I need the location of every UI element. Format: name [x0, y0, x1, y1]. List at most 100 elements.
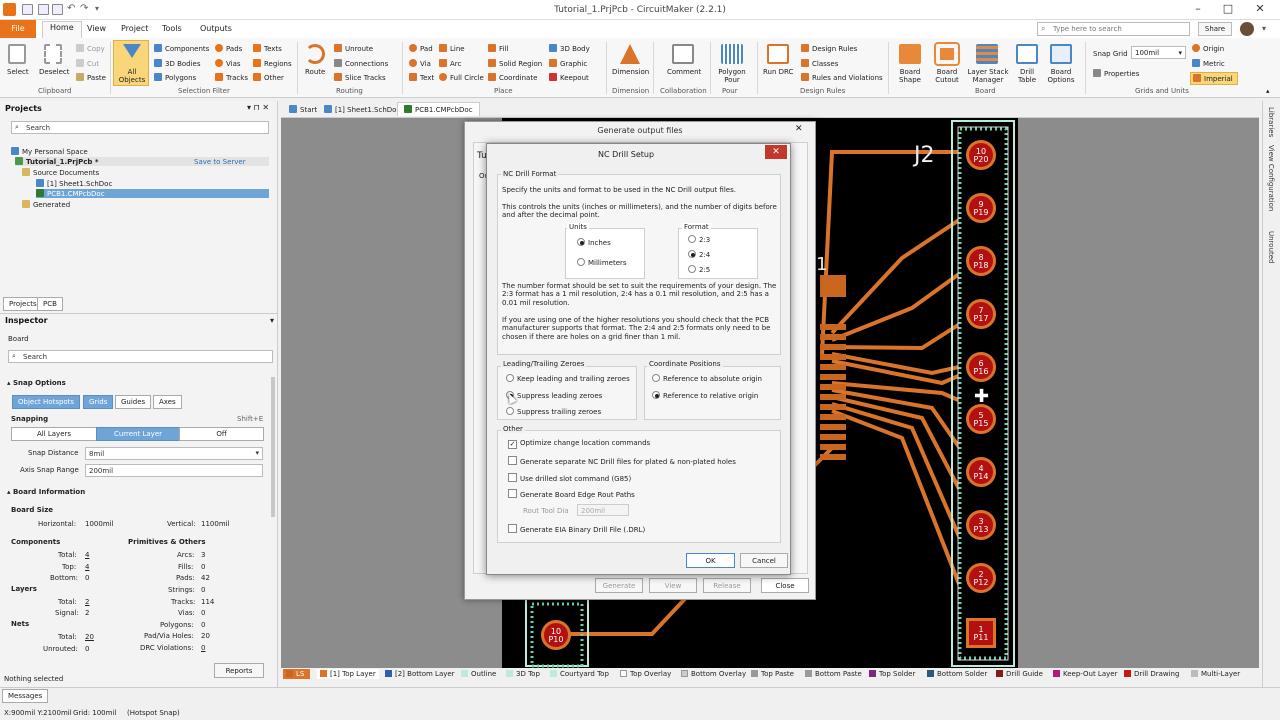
copy-button[interactable]: Copy — [76, 44, 105, 53]
pcb-pad[interactable]: 10 P20 — [966, 140, 996, 170]
rules-violations-button[interactable]: Rules and Violations — [801, 73, 883, 82]
maximize-icon[interactable]: □ — [1213, 2, 1243, 15]
minimize-icon[interactable]: – — [1183, 2, 1213, 15]
avatar[interactable] — [1240, 22, 1254, 36]
layer-tab-top[interactable]: [1] Top Layer — [317, 669, 379, 679]
eia-binary-checkbox[interactable]: Generate EIA Binary Drill File (.DRL) — [508, 524, 645, 534]
filter-tracks[interactable]: Tracks — [215, 73, 248, 82]
unrouted-panel-tab[interactable]: Unrouted — [1267, 231, 1275, 264]
layer-tab-top-solder[interactable]: Top Solder — [869, 670, 915, 678]
place-pad-button[interactable]: Pad — [409, 44, 433, 53]
filter-regions[interactable]: Regions — [253, 59, 292, 68]
panel-tab-pcb[interactable]: PCB — [37, 297, 63, 311]
pcb-pad-square[interactable]: 1 P11 — [966, 618, 996, 648]
tree-sheet[interactable]: [1] Sheet1.SchDoc — [36, 179, 112, 188]
layer-tab-top-paste[interactable]: Top Paste — [751, 670, 794, 678]
grids-toggle[interactable]: Grids — [83, 395, 114, 409]
dimension-icon[interactable] — [620, 44, 640, 64]
absolute-origin-radio[interactable]: Reference to absolute origin — [652, 374, 762, 383]
origin-button[interactable]: Origin — [1192, 44, 1224, 53]
suppress-trailing-radio[interactable]: Suppress trailing zeroes — [506, 407, 601, 416]
slice-tracks-button[interactable]: Slice Tracks — [334, 73, 386, 82]
layer-tab-top-overlay[interactable]: Top Overlay — [620, 670, 671, 678]
run-drc-button[interactable]: Run DRC — [763, 68, 793, 76]
share-button[interactable]: Share — [1198, 22, 1232, 36]
generate-button[interactable]: Generate — [595, 578, 643, 593]
polygon-pour-button[interactable]: Polygon Pour — [716, 68, 748, 84]
run-drc-icon[interactable] — [767, 44, 789, 64]
place-keepout-button[interactable]: Keepout — [549, 73, 589, 82]
cancel-button[interactable]: Cancel — [740, 553, 788, 568]
route-icon[interactable] — [305, 44, 325, 64]
deselect-icon[interactable] — [44, 44, 62, 64]
pcb-pad[interactable]: 4 P14 — [966, 457, 996, 487]
save-to-server-link[interactable]: Save to Server — [194, 158, 246, 166]
filter-other[interactable]: Other — [253, 73, 284, 82]
pcb-pad[interactable]: 9 P19 — [966, 193, 996, 223]
menu-outputs[interactable]: Outputs — [193, 23, 239, 34]
select-icon[interactable] — [8, 44, 26, 64]
filter-components[interactable]: Components — [154, 44, 209, 53]
pcb-pad[interactable]: 6 P16 — [966, 352, 996, 382]
help-icon[interactable]: ▾ — [1262, 24, 1266, 33]
dimension-button[interactable]: Dimension — [612, 68, 649, 76]
format-2-5-radio[interactable]: 2:5 — [688, 265, 710, 274]
ok-button[interactable]: OK — [686, 553, 735, 568]
snap-options-header[interactable]: ▴ Snap Options — [7, 379, 66, 387]
rout-paths-checkbox[interactable]: Generate Board Edge Rout Paths — [508, 489, 635, 499]
comment-icon[interactable] — [672, 44, 694, 64]
pcb-pad[interactable]: 3 P13 — [966, 510, 996, 540]
board-cutout-icon[interactable] — [934, 42, 960, 66]
connections-button[interactable]: Connections — [334, 59, 388, 68]
filter-3d-bodies[interactable]: 3D Bodies — [154, 59, 201, 68]
filter-polygons[interactable]: Polygons — [154, 73, 196, 82]
menu-file[interactable]: File — [0, 20, 36, 38]
panel-menu-icon[interactable]: ▾ ⊓ ✕ — [247, 103, 269, 112]
layer-tab-keepout[interactable]: Keep-Out Layer — [1053, 670, 1117, 678]
board-options-button[interactable]: Board Options — [1045, 68, 1077, 84]
pcb-pad[interactable]: 2 P12 — [966, 563, 996, 593]
tree-personal-space[interactable]: My Personal Space — [11, 147, 88, 156]
pcb-pad[interactable]: 8 P18 — [966, 246, 996, 276]
cut-button[interactable]: Cut — [76, 59, 99, 68]
layer-tab-3d-top[interactable]: 3D Top — [506, 670, 540, 678]
classes-button[interactable]: Classes — [801, 59, 838, 68]
suppress-leading-radio[interactable]: Suppress leading zeroes — [506, 391, 602, 400]
deselect-button[interactable]: Deselect — [39, 68, 70, 76]
place-fill-button[interactable]: Fill — [488, 44, 508, 53]
filter-vias[interactable]: Vias — [215, 59, 241, 68]
place-graphic-button[interactable]: Graphic — [549, 59, 587, 68]
relative-origin-radio[interactable]: Reference to relative origin — [652, 391, 758, 400]
filter-texts[interactable]: Texts — [253, 44, 282, 53]
place-text-button[interactable]: Text — [409, 73, 434, 82]
layer-tab-bottom-overlay[interactable]: Bottom Overlay — [681, 670, 746, 678]
drill-table-icon[interactable] — [1016, 44, 1038, 64]
drc-value[interactable]: 0 — [201, 644, 205, 652]
drilled-slot-checkbox[interactable]: Use drilled slot command (G85) — [508, 473, 631, 483]
place-3d-body-button[interactable]: 3D Body — [549, 44, 590, 53]
axis-snap-input[interactable]: 200mil — [85, 464, 263, 477]
comp-total-value[interactable]: 4 — [85, 551, 89, 559]
optimize-checkbox[interactable]: ✓ Optimize change location commands — [508, 439, 650, 449]
units-mm-radio[interactable]: Millimeters — [577, 258, 627, 267]
imperial-button[interactable]: Imperial — [1190, 72, 1238, 85]
layer-tab-multi[interactable]: Multi-Layer — [1191, 670, 1240, 678]
snap-current-layer[interactable]: Current Layer — [96, 427, 180, 441]
nc-dialog-close-icon[interactable]: ✕ — [765, 145, 787, 159]
snap-grid-select[interactable]: 100mil ▾ — [1131, 46, 1186, 59]
board-information-header[interactable]: ▴ Board Information — [7, 488, 85, 496]
all-objects-button[interactable]: All Objects — [113, 40, 149, 86]
polygon-pour-icon[interactable] — [721, 44, 743, 64]
units-inches-radio[interactable]: Inches — [577, 238, 611, 247]
chevron-down-icon[interactable]: ▾ — [270, 316, 274, 325]
format-2-4-radio[interactable]: 2:4 — [688, 250, 710, 259]
nets-total-value[interactable]: 20 — [85, 633, 94, 641]
pcb-pad[interactable]: 5 P15 — [966, 404, 996, 434]
libraries-panel-tab[interactable]: Libraries — [1267, 107, 1275, 137]
release-button[interactable]: Release — [703, 578, 751, 593]
axes-toggle[interactable]: Axes — [153, 395, 182, 409]
board-cutout-button[interactable]: Board Cutout — [931, 68, 963, 84]
snap-off[interactable]: Off — [179, 427, 264, 441]
view-button[interactable]: View — [649, 578, 697, 593]
layer-tab-bottom-paste[interactable]: Bottom Paste — [805, 670, 862, 678]
